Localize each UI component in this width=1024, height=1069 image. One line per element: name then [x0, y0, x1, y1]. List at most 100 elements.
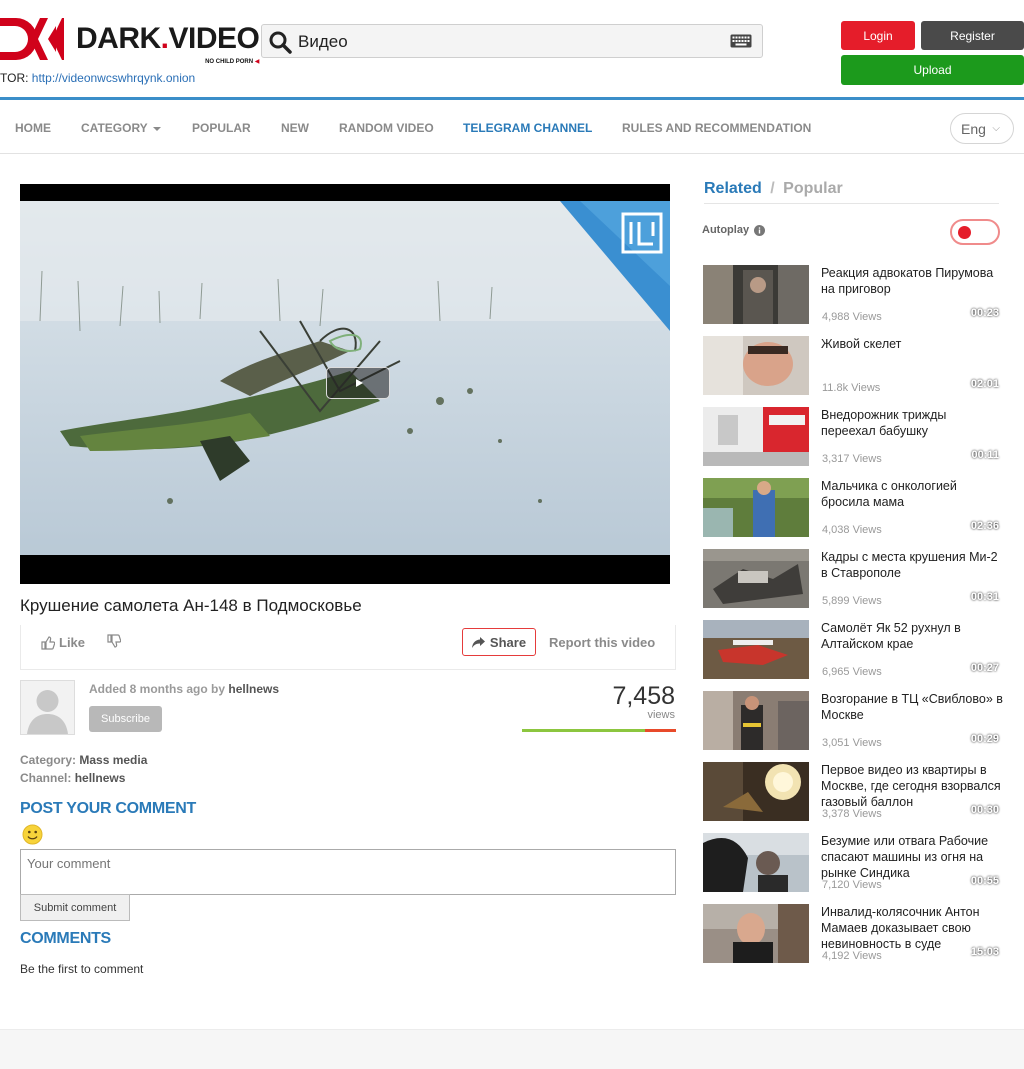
related-video-item[interactable]: 00:23 Реакция адвокатов Пирумова на приг… [703, 265, 1003, 325]
related-video-item[interactable]: 15:03 Инвалид-колясочник Антон Мамаев до… [703, 904, 1003, 964]
related-video-views: 3,317 Views [822, 453, 882, 465]
logo-tagline-mark-icon: ◀ [254, 59, 260, 65]
category-line: Category: Mass media [20, 753, 148, 767]
user-placeholder-icon [21, 681, 74, 734]
related-video-title[interactable]: Самолёт Як 52 рухнул в Алтайском крае [821, 620, 1003, 652]
related-video-title[interactable]: Кадры с места крушения Ми-2 в Ставрополе [821, 549, 1003, 581]
search-bar [261, 24, 763, 58]
like-button[interactable]: Like [41, 635, 85, 650]
video-duration: 00:31 [970, 591, 999, 603]
nav-rules[interactable]: RULES AND RECOMMENDATION [622, 121, 811, 135]
category-link[interactable]: Mass media [79, 753, 147, 767]
subscribe-button[interactable]: Subscribe [89, 706, 162, 732]
video-title: Крушение самолета Ан-148 в Подмосковье [20, 596, 362, 615]
nav-random-video[interactable]: RANDOM VIDEO [339, 121, 434, 135]
uploader-avatar[interactable] [20, 680, 75, 735]
nav-new[interactable]: NEW [281, 121, 309, 135]
related-video-title[interactable]: Первое видео из квартиры в Москве, где с… [821, 762, 1003, 810]
sidebar-divider [704, 203, 999, 204]
tab-separator: / [770, 180, 775, 197]
related-video-views: 11.8k Views [822, 382, 881, 394]
share-icon [471, 636, 485, 648]
video-thumbnail [703, 549, 809, 608]
related-video-item[interactable]: 00:30 Первое видео из квартиры в Москве,… [703, 762, 1003, 822]
related-video-views: 6,965 Views [822, 666, 882, 678]
video-thumbnail [703, 833, 809, 892]
submit-comment-button[interactable]: Submit comment [20, 894, 130, 921]
nav-popular[interactable]: POPULAR [192, 121, 251, 135]
related-video-title[interactable]: Реакция адвокатов Пирумова на приговор [821, 265, 1003, 297]
channel-line: Channel: hellnews [20, 771, 126, 785]
video-duration: 02:36 [970, 520, 999, 532]
related-video-views: 5,899 Views [822, 595, 882, 607]
related-video-views: 7,120 Views [822, 879, 882, 891]
post-comment-heading: POST YOUR COMMENT [20, 800, 196, 817]
logo-dot: . [160, 22, 169, 55]
related-video-title[interactable]: Возгорание в ТЦ «Свиблово» в Москве [821, 691, 1003, 723]
autoplay-toggle[interactable] [950, 219, 1000, 245]
related-video-views: 4,192 Views [822, 950, 882, 962]
related-video-item[interactable]: 00:31 Кадры с места крушения Ми-2 в Став… [703, 549, 1003, 609]
register-button[interactable]: Register [921, 21, 1024, 50]
comments-heading: COMMENTS [20, 930, 111, 947]
channel-label: Channel [20, 771, 68, 785]
related-video-item[interactable]: 00:27 Самолёт Як 52 рухнул в Алтайском к… [703, 620, 1003, 680]
nav-category-label: CATEGORY [81, 121, 148, 135]
language-value: Eng [961, 121, 986, 137]
tab-related[interactable]: Related [704, 180, 762, 197]
channel-link[interactable]: hellnews [75, 771, 126, 785]
video-duration: 00:27 [970, 662, 999, 674]
video-thumbnail [703, 691, 809, 750]
smiley-icon[interactable] [22, 824, 43, 845]
chevron-down-icon: ⌵ [992, 123, 1000, 134]
language-select[interactable]: Eng ⌵ [950, 113, 1014, 144]
video-actions-bar: Like Share Report this video [20, 625, 676, 670]
related-video-item[interactable]: 00:29 Возгорание в ТЦ «Свиблово» в Москв… [703, 691, 1003, 751]
site-header: DARK.VIDEO NO CHILD PORN ◀ TOR: http://v… [0, 0, 1024, 100]
related-video-item[interactable]: 02:01 Живой скелет 11.8k Views [703, 336, 1003, 396]
related-video-title[interactable]: Инвалид-колясочник Антон Мамаев доказыва… [821, 904, 1003, 952]
nav-telegram-channel[interactable]: TELEGRAM CHANNEL [463, 121, 592, 135]
video-duration: 00:11 [971, 449, 999, 461]
logo-mark-icon [0, 18, 64, 60]
tab-popular[interactable]: Popular [783, 180, 843, 197]
tor-link[interactable]: http://videonwcswhrqynk.onion [32, 71, 195, 85]
category-label: Category [20, 753, 73, 767]
video-thumbnail [703, 336, 809, 395]
logo-name-2: VIDEO [168, 22, 260, 55]
site-logo[interactable]: DARK.VIDEO NO CHILD PORN ◀ [0, 18, 260, 65]
info-icon[interactable] [754, 224, 766, 236]
video-thumbnail [703, 407, 809, 466]
search-icon[interactable] [268, 30, 292, 54]
added-text: Added 8 months ago by [89, 682, 226, 696]
uploader-link[interactable]: hellnews [228, 682, 279, 696]
views-count: 7,458 [612, 682, 675, 710]
logo-tagline: NO CHILD PORN [205, 59, 254, 65]
logo-name: DARK [76, 22, 161, 55]
related-video-title[interactable]: Живой скелет [821, 336, 1003, 352]
related-video-item[interactable]: 02:36 Мальчика с онкологией бросила мама… [703, 478, 1003, 538]
thumbs-down-icon[interactable] [107, 634, 121, 648]
related-video-title[interactable]: Внедорожник трижды переехал бабушку [821, 407, 1003, 439]
video-player[interactable] [20, 184, 670, 584]
views-label: views [647, 709, 675, 721]
keyboard-icon[interactable] [730, 34, 752, 48]
search-input[interactable] [296, 30, 716, 54]
tor-address: TOR: http://videonwcswhrqynk.onion [0, 71, 195, 85]
nav-home[interactable]: HOME [15, 121, 51, 135]
related-video-item[interactable]: 00:55 Безумие или отвага Рабочие спасают… [703, 833, 1003, 893]
report-video-link[interactable]: Report this video [549, 635, 655, 650]
related-video-title[interactable]: Безумие или отвага Рабочие спасают машин… [821, 833, 1003, 881]
caret-down-icon [152, 126, 161, 131]
upload-button[interactable]: Upload [841, 55, 1024, 85]
login-button[interactable]: Login [841, 21, 915, 50]
rating-bar-fill [522, 729, 646, 732]
nav-category[interactable]: CATEGORY [81, 121, 161, 135]
play-button[interactable] [326, 367, 390, 399]
video-thumbnail [703, 265, 809, 324]
related-video-title[interactable]: Мальчика с онкологией бросила мама [821, 478, 1003, 510]
like-label: Like [59, 635, 86, 650]
comment-input[interactable] [20, 849, 676, 895]
share-button[interactable]: Share [462, 628, 536, 656]
related-video-item[interactable]: 00:11 Внедорожник трижды переехал бабушк… [703, 407, 1003, 467]
